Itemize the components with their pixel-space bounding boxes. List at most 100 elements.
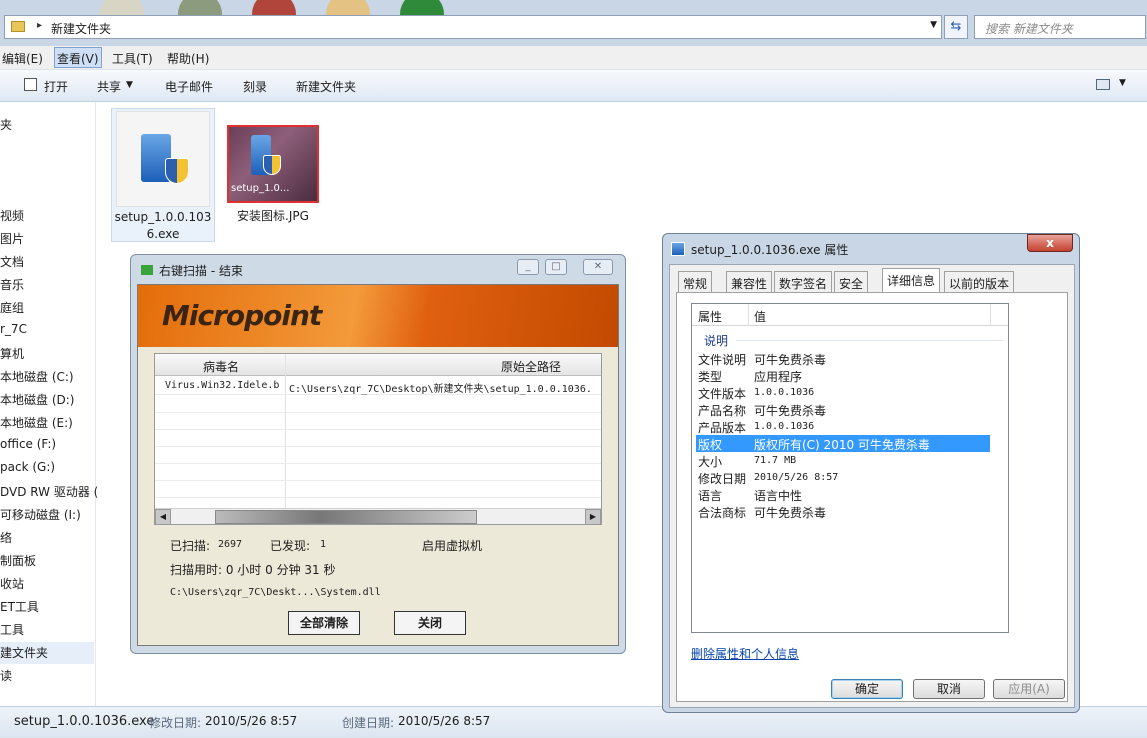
- nav-item[interactable]: 视频: [0, 207, 24, 224]
- column-original-path[interactable]: 原始全路径: [501, 358, 561, 375]
- address-bar[interactable]: ▸ 新建文件夹 ▼: [4, 15, 942, 39]
- view-options-icon[interactable]: [1096, 79, 1110, 90]
- table-row: [155, 464, 601, 481]
- column-virus-name[interactable]: 病毒名: [203, 358, 239, 375]
- detail-row[interactable]: 语言 语言中性: [696, 486, 990, 503]
- table-row: [155, 447, 601, 464]
- table-row[interactable]: Virus.Win32.Idele.b C:\Users\zqr_7C\Desk…: [155, 378, 601, 395]
- share-button[interactable]: 共享: [97, 78, 121, 95]
- nav-item[interactable]: 本地磁盘 (E:): [0, 414, 73, 431]
- nav-item-selected[interactable]: 建文件夹: [0, 644, 48, 661]
- scroll-right-icon[interactable]: ▶: [585, 509, 601, 525]
- shield-icon: [263, 155, 281, 175]
- clear-all-button[interactable]: 全部清除: [288, 611, 360, 635]
- status-filename: setup_1.0.0.1036.exe: [14, 714, 155, 729]
- ok-button[interactable]: 确定: [831, 679, 903, 699]
- detail-key: 产品名称: [698, 404, 747, 418]
- details-list[interactable]: 属性 值 说明 文件说明 可牛免费杀毒 类型 应用程序 文件版本 1.0.0.1036…: [691, 303, 1009, 633]
- nav-item[interactable]: 夹: [0, 116, 12, 133]
- new-folder-button[interactable]: 新建文件夹: [296, 78, 356, 95]
- tab-previous-versions[interactable]: 以前的版本: [944, 271, 1015, 292]
- chevron-down-icon[interactable]: ▼: [1119, 78, 1126, 88]
- scroll-left-icon[interactable]: ◀: [155, 509, 171, 525]
- column-value[interactable]: 值: [754, 308, 766, 325]
- virus-table[interactable]: 病毒名 原始全路径 Virus.Win32.Idele.b C:\Users\z…: [154, 353, 602, 525]
- nav-item[interactable]: r_7C: [0, 322, 27, 336]
- tab-details[interactable]: 详细信息: [882, 268, 941, 293]
- detail-row[interactable]: 大小 71.7 MB: [696, 452, 990, 469]
- chevron-down-icon[interactable]: ▼: [930, 20, 937, 30]
- detail-row[interactable]: 类型 应用程序: [696, 367, 990, 384]
- tab-general[interactable]: 常规: [678, 271, 713, 292]
- virus-path-cell: C:\Users\zqr_7C\Desktop\新建文件夹\setup_1.0.…: [289, 384, 592, 395]
- nav-item[interactable]: 络: [0, 529, 12, 546]
- nav-item[interactable]: 可移动磁盘 (I:): [0, 506, 81, 523]
- chevron-down-icon[interactable]: ▼: [126, 80, 133, 90]
- file-item-setup-exe[interactable]: setup_1.0.0.103 6.exe: [111, 108, 215, 242]
- scan-window[interactable]: 右键扫描 - 结束 _ □ ✕ Micropoint 病毒名 原始全路径 Vir…: [130, 254, 626, 654]
- nav-item[interactable]: 图片: [0, 230, 24, 247]
- column-divider: [748, 304, 749, 326]
- thumbnail-caption: setup_1.0...: [231, 183, 290, 194]
- menu-edit[interactable]: 编辑(E): [2, 50, 43, 67]
- close-button[interactable]: ✕: [583, 259, 613, 275]
- scrollbar-thumb[interactable]: [215, 510, 477, 524]
- cancel-button[interactable]: 取消: [913, 679, 985, 699]
- nav-item[interactable]: 本地磁盘 (D:): [0, 391, 74, 408]
- nav-item[interactable]: DVD RW 驱动器 (: [0, 483, 98, 500]
- detail-value: 1.0.0.1036: [754, 387, 815, 398]
- menu-view[interactable]: 查看(V): [54, 47, 102, 68]
- nav-item[interactable]: 音乐: [0, 276, 24, 293]
- file-item-jpg-thumbnail[interactable]: setup_1.0...: [227, 125, 319, 203]
- remove-properties-link[interactable]: 删除属性和个人信息: [691, 645, 799, 662]
- nav-item[interactable]: 工具: [0, 621, 24, 638]
- detail-row[interactable]: 合法商标 可牛免费杀毒: [696, 503, 990, 520]
- detail-row[interactable]: 产品版本 1.0.0.1036: [696, 418, 990, 435]
- nav-item[interactable]: pack (G:): [0, 460, 55, 474]
- details-panel: 属性 值 说明 文件说明 可牛免费杀毒 类型 应用程序 文件版本 1.0.0.1036…: [676, 292, 1068, 702]
- nav-item[interactable]: 收站: [0, 575, 24, 592]
- column-property[interactable]: 属性: [698, 308, 722, 325]
- nav-item[interactable]: 读: [0, 667, 12, 684]
- detail-value: 应用程序: [754, 370, 803, 384]
- nav-item[interactable]: 庭组: [0, 299, 24, 316]
- taskbar-icons: [100, 0, 480, 36]
- horizontal-scrollbar[interactable]: ◀ ▶: [155, 508, 601, 525]
- file-label-jpg[interactable]: 安装图标.JPG: [222, 207, 324, 224]
- search-input[interactable]: 搜索 新建文件夹: [974, 15, 1146, 39]
- nav-item[interactable]: 制面板: [0, 552, 36, 569]
- menu-help[interactable]: 帮助(H): [167, 50, 209, 67]
- close-scan-button[interactable]: 关闭: [394, 611, 466, 635]
- burn-button[interactable]: 刻录: [243, 78, 267, 95]
- detail-row-selected[interactable]: 版权 版权所有(C) 2010 可牛免费杀毒: [696, 435, 990, 452]
- nav-item[interactable]: 算机: [0, 345, 24, 362]
- nav-item[interactable]: office (F:): [0, 437, 56, 451]
- tab-digital-signature[interactable]: 数字签名: [774, 271, 833, 292]
- open-button[interactable]: 打开: [44, 78, 68, 95]
- table-row: [155, 413, 601, 430]
- chevron-right-icon[interactable]: ▸: [37, 20, 42, 31]
- detail-row[interactable]: 修改日期 2010/5/26 8:57: [696, 469, 990, 486]
- detail-value: 71.7 MB: [754, 455, 797, 466]
- properties-window[interactable]: setup_1.0.0.1036.exe 属性 x 常规 兼容性 数字签名 安全…: [662, 233, 1080, 713]
- nav-item[interactable]: 文档: [0, 253, 24, 270]
- exe-thumbnail: [116, 111, 210, 207]
- minimize-button[interactable]: _: [517, 259, 539, 275]
- menu-tools[interactable]: 工具(T): [112, 50, 153, 67]
- email-button[interactable]: 电子邮件: [165, 78, 213, 95]
- tab-compatibility[interactable]: 兼容性: [726, 271, 773, 292]
- folder-icon: [11, 21, 25, 32]
- detail-row[interactable]: 文件版本 1.0.0.1036: [696, 384, 990, 401]
- apply-button[interactable]: 应用(A): [993, 679, 1065, 699]
- refresh-button[interactable]: ⇆: [944, 15, 968, 39]
- maximize-button[interactable]: □: [545, 259, 567, 275]
- detail-row[interactable]: 文件说明 可牛免费杀毒: [696, 350, 990, 367]
- detail-key: 文件版本: [698, 387, 747, 401]
- detail-row[interactable]: 产品名称 可牛免费杀毒: [696, 401, 990, 418]
- nav-item[interactable]: ET工具: [0, 598, 39, 615]
- micropoint-logo: Micropoint: [162, 299, 322, 332]
- close-button[interactable]: x: [1027, 234, 1073, 252]
- scan-body: Micropoint 病毒名 原始全路径 Virus.Win32.Idele.b…: [137, 284, 619, 646]
- nav-item[interactable]: 本地磁盘 (C:): [0, 368, 74, 385]
- tab-security[interactable]: 安全: [834, 271, 869, 292]
